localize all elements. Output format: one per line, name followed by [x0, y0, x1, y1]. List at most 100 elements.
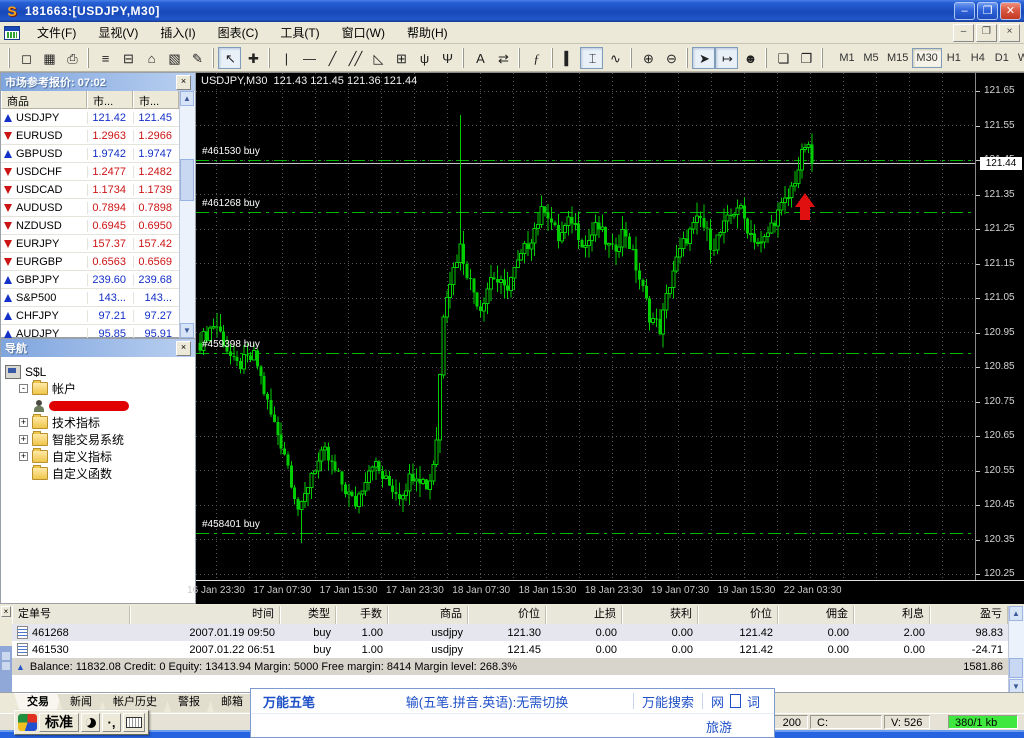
close-button[interactable]: ✕ [1000, 2, 1021, 20]
grid-icon[interactable]: ⊞ [389, 47, 412, 69]
ime-logo-icon[interactable] [18, 714, 37, 731]
market-watch-col-header[interactable]: 商品 [1, 91, 87, 109]
market-watch-scrollbar[interactable]: ▲ ▼ [179, 91, 195, 338]
terminal-col-header[interactable]: 商品 [388, 606, 468, 624]
print-icon[interactable]: ⎙ [60, 47, 83, 69]
timeframe-d1[interactable]: D1 [990, 48, 1014, 68]
child-close-button[interactable]: × [999, 24, 1020, 42]
menu-item-2[interactable]: 显视(V) [87, 22, 149, 43]
expand-icon[interactable]: + [19, 435, 28, 444]
terminal-col-header[interactable]: 时间 [130, 606, 280, 624]
expand-icon[interactable]: + [19, 452, 28, 461]
market-watch-row[interactable]: CHFJPY97.2197.27 [1, 307, 195, 325]
timeframe-m1[interactable]: M1 [835, 48, 859, 68]
terminal-col-header[interactable]: 手数 [336, 606, 388, 624]
market-watch-row[interactable]: USDJPY121.42121.45 [1, 109, 195, 127]
navigator-header[interactable]: 导航 × [1, 339, 195, 357]
cycle-lines-icon[interactable]: Ψ [435, 47, 458, 69]
chart-properties-icon[interactable]: ▧ [162, 47, 185, 69]
market-watch-icon[interactable]: ≡ [93, 47, 116, 69]
crosshair-icon[interactable]: ✚ [241, 47, 264, 69]
chart-area[interactable]: USDJPY,M30 121.43 121.45 121.36 121.44 #… [196, 72, 1024, 604]
market-watch-row[interactable]: NZDUSD0.69450.6950 [1, 217, 195, 235]
order-row[interactable]: 4612682007.01.19 09:50buy1.00usdjpy121.3… [12, 624, 1008, 641]
market-watch-row[interactable]: GBPJPY239.60239.68 [1, 271, 195, 289]
market-watch-row[interactable]: AUDUSD0.78940.7898 [1, 199, 195, 217]
chart-shift-icon[interactable]: ↦ [715, 47, 738, 69]
terminal-col-header[interactable]: 利息 [854, 606, 930, 624]
navigator-item[interactable] [5, 397, 195, 414]
tab-邮箱[interactable]: 邮箱 [208, 693, 256, 712]
ime-search-button[interactable]: 万能搜索 [642, 692, 694, 711]
collapse-icon[interactable]: - [19, 384, 28, 393]
terminal-col-header[interactable]: 获利 [622, 606, 698, 624]
save-icon[interactable]: ▦ [37, 47, 60, 69]
navigator-item[interactable]: +自定义指标 [5, 448, 195, 465]
minimize-button[interactable]: – [954, 2, 975, 20]
zoom-in-icon[interactable]: ⊕ [636, 47, 659, 69]
child-minimize-button[interactable]: – [953, 24, 974, 42]
navigator-item[interactable]: +智能交易系统 [5, 431, 195, 448]
market-watch-header[interactable]: 市场参考报价: 07:02 × [1, 73, 195, 91]
line-chart-icon[interactable]: ∿ [603, 47, 626, 69]
timeframe-h4[interactable]: H4 [966, 48, 990, 68]
indicators-icon[interactable]: ƒ [524, 47, 547, 69]
scroll-up-icon[interactable]: ▲ [180, 91, 194, 106]
child-restore-button[interactable]: ❐ [976, 24, 997, 42]
menu-item-7[interactable]: 帮助(H) [396, 22, 459, 43]
data-window-icon[interactable]: ⊟ [116, 47, 139, 69]
tab-警报[interactable]: 警报 [165, 693, 213, 712]
terminal-col-header[interactable]: 止损 [546, 606, 622, 624]
market-watch-row[interactable]: S&P500143...143... [1, 289, 195, 307]
scroll-thumb[interactable] [180, 159, 194, 201]
text-icon[interactable]: A [468, 47, 491, 69]
market-watch-row[interactable]: EURUSD1.29631.2966 [1, 127, 195, 145]
time-axis[interactable]: 16 Jan 23:3017 Jan 07:3017 Jan 15:3017 J… [196, 580, 1024, 605]
vertical-line-icon[interactable]: | [274, 47, 297, 69]
halfwidth-moon-icon[interactable] [81, 713, 100, 732]
fibo-fan-icon[interactable]: ◺ [366, 47, 389, 69]
scroll-up-icon[interactable]: ▲ [1009, 606, 1023, 621]
ime-mode-button[interactable]: 标准 [39, 713, 79, 732]
page-icon[interactable] [730, 694, 741, 708]
arrow-styles-icon[interactable]: ⇄ [491, 47, 514, 69]
expand-icon[interactable]: + [19, 418, 28, 427]
terminal-col-header[interactable]: 定单号 [12, 606, 130, 624]
auto-scroll-icon[interactable]: ➤ [692, 47, 715, 69]
navigator-item[interactable]: +技术指标 [5, 414, 195, 431]
edit-icon[interactable]: ✎ [185, 47, 208, 69]
terminal-col-header[interactable]: 盈亏 [930, 606, 1008, 624]
timeframe-m15[interactable]: M15 [883, 48, 912, 68]
pitchfork-icon[interactable]: ψ [412, 47, 435, 69]
candlestick-icon[interactable]: ⌶ [580, 47, 603, 69]
bar-chart-icon[interactable]: ▍ [557, 47, 580, 69]
channel-icon[interactable]: ╱╱ [343, 47, 366, 69]
order-row[interactable]: 4615302007.01.22 06:51buy1.00usdjpy121.4… [12, 641, 1008, 658]
cascade-windows-icon[interactable]: ❐ [794, 47, 817, 69]
terminal-col-header[interactable]: 价位 [468, 606, 546, 624]
terminal-col-header[interactable]: 价位 [698, 606, 778, 624]
terminal-scrollbar[interactable]: ▲ ▼ [1008, 606, 1024, 694]
market-watch-row[interactable]: USDCAD1.17341.1739 [1, 181, 195, 199]
terminal-col-header[interactable]: 类型 [280, 606, 336, 624]
navigator-item[interactable]: 自定义函数 [5, 465, 195, 482]
restore-button[interactable]: ❐ [977, 2, 998, 20]
market-watch-col-header[interactable]: 市... [133, 91, 179, 109]
timeframe-w1[interactable]: W1 [1014, 48, 1024, 68]
timeframe-m5[interactable]: M5 [859, 48, 883, 68]
terminal-col-header[interactable]: 佣金 [778, 606, 854, 624]
scroll-thumb[interactable] [1009, 658, 1023, 678]
navigator-icon[interactable]: ⌂ [139, 47, 162, 69]
ime-travel-link[interactable]: 旅游 [706, 717, 732, 736]
market-watch-row[interactable]: GBPUSD1.97421.9747 [1, 145, 195, 163]
timeframe-m30[interactable]: M30 [912, 48, 941, 68]
timeframe-h1[interactable]: H1 [942, 48, 966, 68]
menu-item-5[interactable]: 工具(T) [269, 22, 330, 43]
menu-item-4[interactable]: 图表(C) [207, 22, 270, 43]
soft-keyboard-icon[interactable] [123, 713, 145, 732]
price-axis[interactable]: 121.65121.55121.45121.35121.25121.15121.… [975, 73, 1024, 580]
close-icon[interactable]: × [176, 341, 191, 356]
navigator-root[interactable]: S$L [5, 363, 195, 380]
expert-advisor-icon[interactable]: ☻ [738, 47, 761, 69]
zoom-out-icon[interactable]: ⊖ [659, 47, 682, 69]
